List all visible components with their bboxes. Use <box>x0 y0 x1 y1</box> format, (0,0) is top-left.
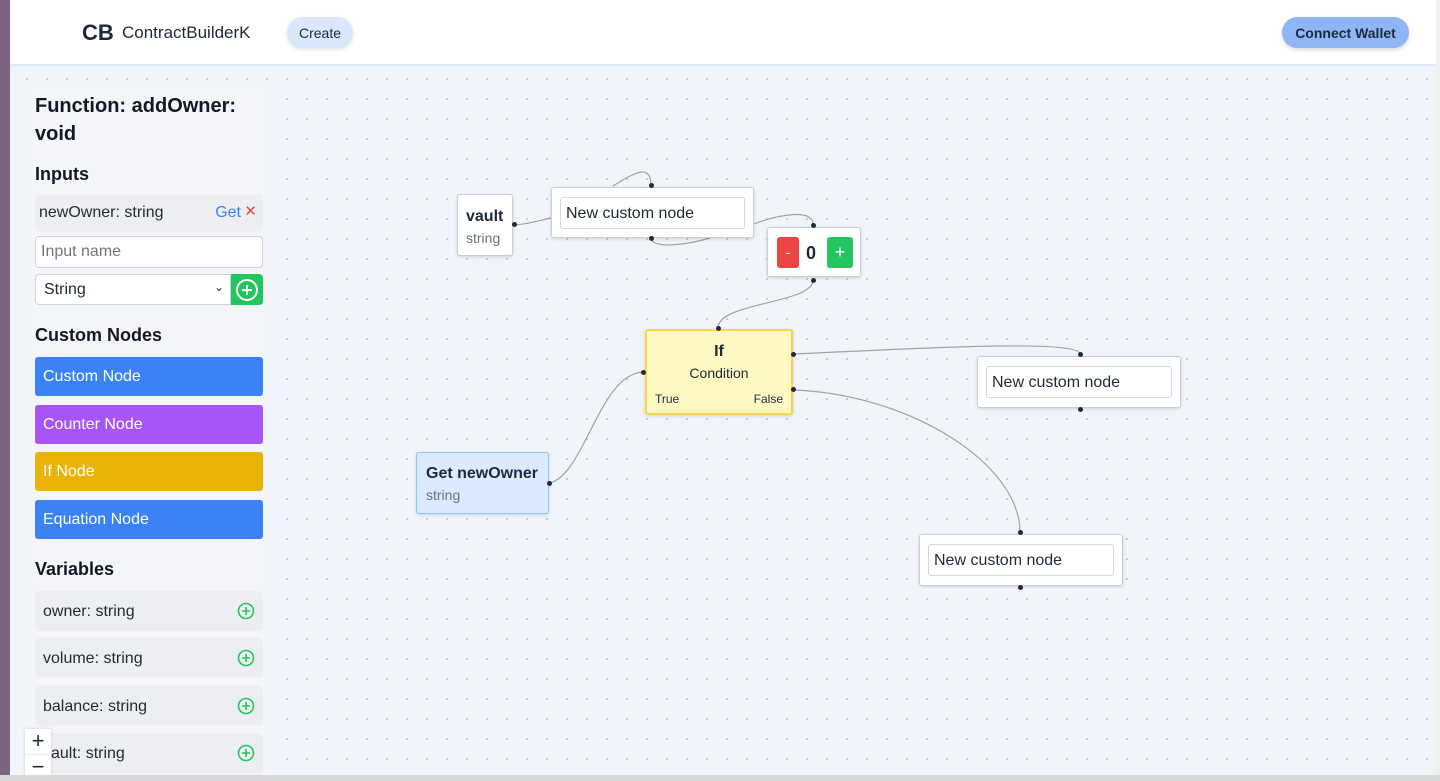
inputs-heading: Inputs <box>35 164 89 184</box>
variable-label: owner: string <box>43 603 135 620</box>
plus-circle-icon <box>236 278 258 301</box>
zoom-out-button[interactable]: − <box>25 755 51 776</box>
custom-node-button[interactable]: Custom Node <box>35 357 263 396</box>
type-select[interactable]: String ⌄ <box>35 274 231 305</box>
vault-node-type: string <box>466 230 501 246</box>
variable-label: vault: string <box>43 745 125 762</box>
if-node-condition: Condition <box>689 365 749 381</box>
true-label: True <box>655 392 680 406</box>
variable-item: owner: string <box>35 591 263 631</box>
header: CB ContractBuilderK Create Connect Walle… <box>10 0 1436 64</box>
edge <box>549 371 645 484</box>
handle[interactable] <box>1018 530 1023 535</box>
app: CB ContractBuilderK Create Connect Walle… <box>10 0 1436 775</box>
vertical-scrollbar[interactable] <box>1436 0 1440 775</box>
edge <box>514 217 552 226</box>
plus-circle-icon[interactable] <box>237 649 255 667</box>
handle[interactable] <box>649 236 654 241</box>
custom-node-input[interactable]: New custom node <box>928 544 1114 576</box>
get-node-type: string <box>426 487 461 503</box>
function-title: Function: addOwner: void <box>35 95 237 145</box>
handle[interactable] <box>716 326 721 331</box>
counter-value: 0 <box>806 243 817 263</box>
false-label: False <box>753 392 783 406</box>
get-node-title: Get newOwner <box>426 465 539 482</box>
edge <box>612 171 652 187</box>
vault-node-title: vault <box>466 208 504 225</box>
custom-node-input[interactable]: New custom node <box>560 197 745 229</box>
variable-item: vault: string <box>35 733 263 773</box>
edge <box>717 279 814 329</box>
equation-node-button[interactable]: Equation Node <box>35 500 263 539</box>
edge <box>650 237 711 246</box>
variable-label: volume: string <box>43 650 143 667</box>
variables-heading: Variables <box>35 559 115 579</box>
if-node-button[interactable]: If Node <box>35 452 263 491</box>
handle[interactable] <box>811 278 816 283</box>
input-name-field[interactable] <box>35 236 263 268</box>
vault-node[interactable]: vault string <box>457 194 513 256</box>
get-newowner-node[interactable]: Get newOwner string <box>416 452 549 514</box>
if-node-title: If <box>714 343 724 360</box>
handle-false[interactable] <box>791 387 796 392</box>
edge <box>792 389 1021 533</box>
handle[interactable] <box>1078 352 1083 357</box>
handle[interactable] <box>512 222 517 227</box>
custom-node[interactable]: New custom node <box>919 534 1123 586</box>
edge <box>792 345 1081 355</box>
zoom-in-button[interactable]: + <box>25 729 51 755</box>
custom-node[interactable]: New custom node <box>977 356 1181 408</box>
sidebar: Function: addOwner: void Inputs newOwner… <box>25 82 269 775</box>
handle-true[interactable] <box>791 352 796 357</box>
handle[interactable] <box>547 481 552 486</box>
close-icon[interactable]: ✕ <box>244 202 257 220</box>
counter-node[interactable]: - 0 + <box>767 227 861 277</box>
handle[interactable] <box>641 370 646 375</box>
connect-wallet-button[interactable]: Connect Wallet <box>1282 17 1409 48</box>
input-label: newOwner: string <box>39 204 164 221</box>
type-select-value: String <box>44 281 86 298</box>
logo: CB <box>82 20 114 45</box>
custom-node[interactable]: New custom node <box>551 187 754 238</box>
zoom-controls: + − <box>25 729 51 775</box>
plus-circle-icon[interactable] <box>237 697 255 715</box>
handle[interactable] <box>1018 585 1023 590</box>
plus-circle-icon[interactable] <box>237 744 255 762</box>
add-input-button[interactable] <box>231 274 263 305</box>
custom-node-input[interactable]: New custom node <box>986 366 1172 398</box>
chevron-down-icon: ⌄ <box>213 280 224 294</box>
variable-item: balance: string <box>35 686 263 726</box>
create-button[interactable]: Create <box>287 17 353 48</box>
brand-name[interactable]: ContractBuilderK <box>122 23 251 43</box>
if-node[interactable]: If Condition True False <box>645 329 793 415</box>
variable-label: balance: string <box>43 698 148 715</box>
handle[interactable] <box>811 223 816 228</box>
edge <box>753 213 814 225</box>
plus-circle-icon[interactable] <box>237 602 255 620</box>
get-input-link[interactable]: Get <box>215 204 241 222</box>
handle[interactable] <box>649 183 654 188</box>
decrement-button[interactable]: - <box>777 237 799 268</box>
horizontal-scrollbar[interactable] <box>0 775 1440 781</box>
custom-nodes-heading: Custom Nodes <box>35 325 163 345</box>
handle[interactable] <box>1078 407 1083 412</box>
input-item: newOwner: string Get ✕ <box>35 194 263 232</box>
increment-button[interactable]: + <box>827 237 853 268</box>
variable-item: volume: string <box>35 638 263 678</box>
counter-node-button[interactable]: Counter Node <box>35 405 263 444</box>
